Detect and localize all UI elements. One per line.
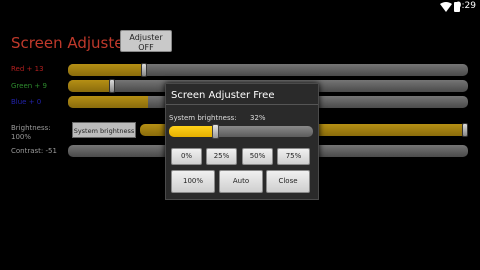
contrast-label: Contrast: -51 — [11, 147, 57, 155]
brightness-dialog: Screen Adjuster Free System brightness: … — [165, 83, 319, 200]
red-slider[interactable] — [68, 64, 468, 76]
red-slider-thumb[interactable] — [141, 63, 147, 77]
brightness-label-line1: Brightness: — [11, 124, 51, 132]
app-title: Screen Adjuster — [11, 34, 130, 52]
red-label: Red + 13 — [11, 65, 44, 73]
preset-0-button[interactable]: 0% — [171, 148, 202, 165]
status-bar: 9:29 — [0, 0, 480, 14]
preset-100-button[interactable]: 100% — [171, 170, 215, 193]
dialog-brightness-label: System brightness: — [169, 114, 237, 122]
dialog-divider — [166, 104, 318, 105]
dialog-brightness-value: 32% — [250, 114, 266, 122]
preset-75-button[interactable]: 75% — [277, 148, 310, 165]
status-time: 9:29 — [455, 1, 476, 11]
dialog-brightness-thumb[interactable] — [212, 124, 220, 139]
dialog-brightness-fill — [169, 126, 216, 137]
dialog-title: Screen Adjuster Free — [171, 90, 275, 101]
brightness-slider-thumb[interactable] — [462, 123, 468, 137]
adjuster-toggle-label: Adjuster OFF — [129, 33, 163, 52]
green-slider-thumb[interactable] — [109, 79, 115, 93]
system-brightness-button[interactable]: System brightness — [72, 122, 136, 138]
close-button[interactable]: Close — [266, 170, 310, 193]
preset-50-button[interactable]: 50% — [242, 148, 273, 165]
auto-button[interactable]: Auto — [219, 170, 263, 193]
green-label: Green + 9 — [11, 82, 47, 90]
preset-25-button[interactable]: 25% — [206, 148, 237, 165]
dialog-brightness-slider[interactable] — [169, 126, 313, 137]
brightness-label: Brightness: 100% — [11, 124, 51, 142]
red-slider-fill — [68, 64, 144, 76]
brightness-label-line2: 100% — [11, 133, 32, 141]
blue-label: Blue + 0 — [11, 98, 42, 106]
blue-slider-fill — [68, 96, 148, 108]
wifi-icon — [440, 2, 452, 12]
green-slider-fill — [68, 80, 112, 92]
adjuster-toggle-button[interactable]: Adjuster OFF — [120, 30, 172, 52]
